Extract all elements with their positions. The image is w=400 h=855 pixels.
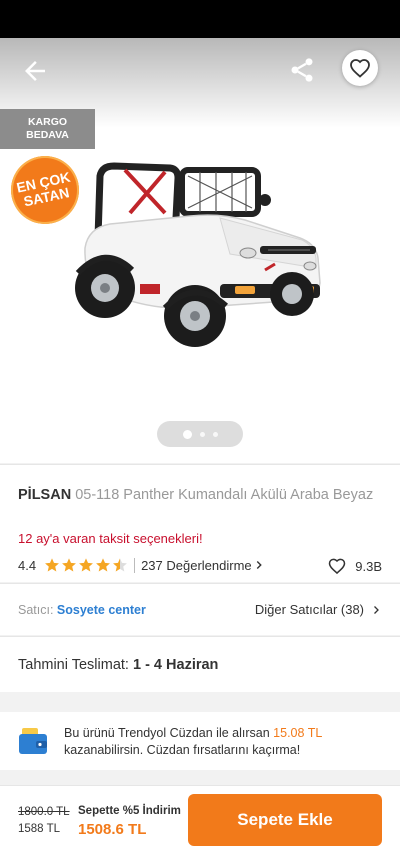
seller-name[interactable]: Sosyete center [57, 603, 146, 617]
delivery-value: 1 - 4 Haziran [132, 657, 219, 673]
seller-label: Satıcı: [18, 603, 54, 617]
rating-stars [44, 557, 128, 573]
divider [134, 557, 136, 573]
pagination-dot[interactable] [212, 431, 218, 437]
chevron-right-icon [256, 561, 262, 569]
product-info: PİLSAN 05-118 Panther Kumandalı Akülü Ar… [0, 464, 400, 582]
star-icon [79, 558, 94, 572]
wallet-promo-text: Bu ürünü Trendyol Cüzdan ile alırsan 15.… [64, 725, 384, 759]
reviews-count: 237 Değerlendirme [141, 557, 252, 573]
installment-text[interactable]: 12 ay'a varan taksit seçenekleri! [18, 531, 203, 546]
rating-score: 4.4 [18, 557, 37, 573]
wallet-amount: 15.08 TL [273, 726, 322, 740]
wallet-text-before: Bu ürünü Trendyol Cüzdan ile alırsan [64, 726, 270, 740]
star-icon [96, 558, 111, 572]
add-to-cart-button[interactable]: Sepete Ekle [188, 794, 382, 846]
other-sellers-label: Diğer Satıcılar (38) [254, 602, 364, 617]
delivery-estimate: Tahmini Teslimat: 1 - 4 Haziran [18, 657, 218, 673]
gallery-pagination[interactable] [157, 421, 243, 447]
old-price: 1800.0 TL [18, 806, 70, 818]
star-icon [62, 558, 77, 572]
wallet-promo[interactable]: Bu ürünü Trendyol Cüzdan ile alırsan 15.… [0, 712, 400, 770]
free-shipping-badge: KARGO BEDAVA [0, 109, 95, 149]
wallet-icon [19, 728, 47, 754]
free-shipping-line1: KARGO [27, 116, 68, 128]
current-price: 1588 TL [18, 823, 60, 835]
star-half-icon [113, 558, 128, 572]
pagination-dot[interactable] [199, 431, 205, 437]
free-shipping-line2: BEDAVA [26, 129, 69, 141]
product-gallery[interactable]: KARGO BEDAVA EN ÇOK SATAN [0, 38, 400, 463]
favorite-button[interactable] [342, 50, 378, 86]
wallet-text-after: kazanabilirsin. Cüzdan fırsatlarını kaçı… [64, 743, 301, 757]
other-sellers-link[interactable]: Diğer Satıcılar (38) [255, 602, 382, 617]
reviews-link[interactable]: 237 Değerlendirme [141, 558, 266, 573]
bottom-purchase-bar: 1800.0 TL 1588 TL Sepette %5 İndirim 150… [0, 785, 400, 855]
status-bar [0, 0, 400, 38]
product-name: 05-118 Panther Kumandalı Akülü Araba Bey… [75, 487, 374, 503]
discounted-price: 1508.6 TL [78, 821, 147, 838]
product-image [75, 162, 321, 347]
heart-outline-icon [328, 558, 346, 575]
delivery-label: Tahmini Teslimat: [18, 657, 129, 673]
seller-info: Satıcı: Sosyete center [18, 603, 146, 617]
rating-row: 4.4 237 Değerlendirme 9.3B [18, 556, 382, 576]
back-arrow-icon[interactable] [20, 56, 50, 86]
delivery-row: Tahmini Teslimat: 1 - 4 Haziran [0, 636, 400, 692]
star-icon [45, 558, 60, 572]
heart-outline-icon [350, 59, 370, 78]
seller-row: Satıcı: Sosyete center Diğer Satıcılar (… [0, 583, 400, 635]
favorites-value: 9.3B [355, 558, 382, 574]
favorites-count[interactable]: 9.3B [327, 556, 382, 576]
cart-discount-label: Sepette %5 İndirim [78, 805, 181, 817]
share-icon[interactable] [288, 56, 316, 84]
product-brand[interactable]: PİLSAN [18, 487, 71, 503]
pagination-dot-active[interactable] [182, 429, 192, 439]
chevron-right-icon [374, 605, 379, 614]
product-title: PİLSAN 05-118 Panther Kumandalı Akülü Ar… [18, 486, 383, 505]
